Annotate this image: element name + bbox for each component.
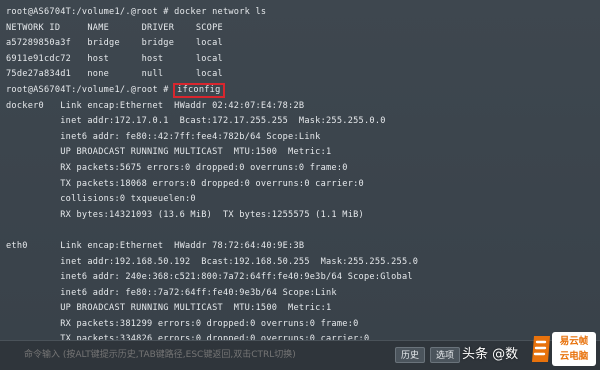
terminal-line: a57289850a3f bridge bridge local [6,38,223,49]
terminal-line: inet addr:192.168.50.192 Bcast:192.168.5… [6,256,419,267]
command-input[interactable] [22,345,391,365]
history-button[interactable]: 历史 [395,347,425,363]
watermark-text: 头条 @数 [462,347,519,362]
terminal-line: NETWORK ID NAME DRIVER SCOPE [6,22,223,33]
terminal-line: RX bytes:14321093 (13.6 MiB) TX bytes:12… [6,209,364,220]
terminal-output[interactable]: root@AS6704T:/volume1/.@root # docker ne… [0,0,600,344]
terminal-line: root@AS6704T:/volume1/.@root # docker ne… [6,7,267,17]
prompt-text: root@AS6704T:/volume1/.@root # [6,84,175,95]
terminal-line: eth0 Link encap:Ethernet HWaddr 78:72:64… [6,240,305,251]
logo-text: 易云帧 云电脑 [552,332,596,366]
logo-line-1: 易云帧 [559,336,589,347]
terminal-line: TX packets:18068 errors:0 dropped:0 over… [6,178,364,189]
terminal-line: docker0 Link encap:Ethernet HWaddr 02:42… [6,100,305,111]
terminal-line: RX packets:381299 errors:0 dropped:0 ove… [6,318,359,329]
options-button[interactable]: 选项 [430,347,460,363]
logo-line-2: 云电脑 [559,351,589,362]
terminal-line: inet6 addr: fe80::42:7ff:fee4:782b/64 Sc… [6,131,321,142]
terminal-prompt-line: root@AS6704T:/volume1/.@root # ifconfig [6,82,600,99]
brand-logo: 易云帧 云电脑 [530,330,596,368]
terminal-line: 75de27a834d1 none null local [6,69,223,80]
terminal-line: inet6 addr: fe80::7a72:64ff:fe40:9e3b/64… [6,287,337,298]
command-bar: 历史 选项 头条 @数 [0,340,600,370]
terminal-line: 6911e91cdc72 host host local [6,53,223,64]
cloud-logo-icon [532,336,550,362]
terminal-line: collisions:0 txqueuelen:0 [6,194,196,205]
terminal-line: RX packets:5675 errors:0 dropped:0 overr… [6,162,348,173]
terminal-line: inet6 addr: 240e:368:c521:800:7a72:64ff:… [6,272,413,283]
terminal-line: inet addr:172.17.0.1 Bcast:172.17.255.25… [6,116,386,127]
terminal-line: UP BROADCAST RUNNING MULTICAST MTU:1500 … [6,147,332,158]
highlighted-command: ifconfig [173,82,225,98]
terminal-line: UP BROADCAST RUNNING MULTICAST MTU:1500 … [6,303,332,314]
